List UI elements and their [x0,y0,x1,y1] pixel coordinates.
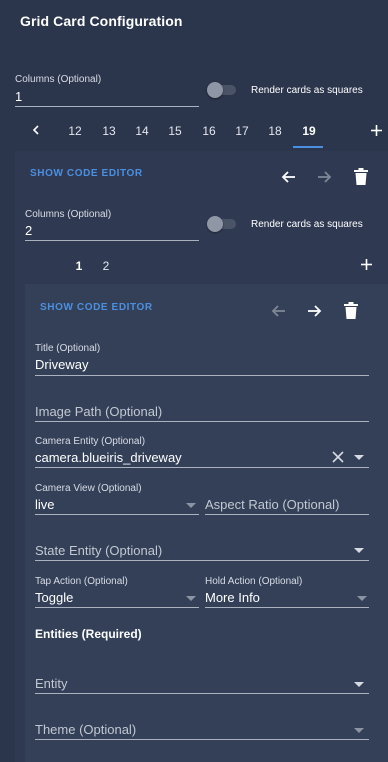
hold-action-select[interactable]: More Info [205,590,260,605]
inner-columns-underline [25,240,199,241]
chevron-down-icon[interactable] [186,596,196,601]
camera-view-select[interactable]: live [35,497,55,512]
tap-action-label: Tap Action (Optional) [35,576,128,587]
tab-19[interactable]: 19 [297,124,321,138]
title-underline [35,375,369,376]
theme-underline [35,739,369,740]
page-title: Grid Card Configuration [20,13,183,29]
inner-delete-icon[interactable] [344,302,358,319]
chevron-down-icon[interactable] [354,728,364,733]
chevron-down-icon[interactable] [354,455,364,460]
image-path-input[interactable]: Image Path (Optional) [35,404,162,419]
arrow-right-icon[interactable] [316,169,332,185]
inner-arrow-left-icon[interactable] [271,303,287,319]
entities-heading: Entities (Required) [35,627,142,641]
entity-input[interactable]: Entity [35,676,68,691]
inner-columns-input[interactable]: 2 [25,223,32,238]
state-entity-underline [35,560,369,561]
columns-label: Columns (Optional) [15,74,102,85]
columns-input[interactable]: 1 [15,89,22,104]
hold-action-underline [205,607,369,608]
inner-card-editor-panel [25,284,388,762]
entity-underline [35,693,369,694]
camera-entity-underline [35,467,369,468]
tab-18[interactable]: 18 [263,124,287,138]
tap-action-select[interactable]: Toggle [35,590,73,605]
tap-action-underline [35,607,199,608]
chevron-down-icon[interactable] [357,596,367,601]
title-label: Title (Optional) [35,343,101,354]
inner-square-toggle-label: Render cards as squares [251,219,363,230]
toggle-knob [207,216,223,232]
add-card-icon[interactable] [370,124,383,137]
chevron-down-icon[interactable] [354,682,364,687]
tab-14[interactable]: 14 [130,124,154,138]
columns-underline [15,106,199,107]
inner-show-code-editor-button[interactable]: SHOW CODE EDITOR [40,302,153,313]
arrow-left-icon[interactable] [281,169,297,185]
title-input[interactable]: Driveway [35,357,88,372]
tab-13[interactable]: 13 [97,124,121,138]
inner-square-toggle[interactable] [207,215,237,233]
active-tab-indicator [293,146,323,148]
inner-tab-2[interactable]: 2 [94,259,118,273]
chevron-down-icon[interactable] [186,503,196,508]
camera-entity-label: Camera Entity (Optional) [35,436,146,447]
state-entity-input[interactable]: State Entity (Optional) [35,543,162,558]
tab-15[interactable]: 15 [163,124,187,138]
image-path-underline [35,421,369,422]
show-code-editor-button[interactable]: SHOW CODE EDITOR [30,168,143,179]
add-inner-card-icon[interactable] [360,258,373,271]
clear-icon[interactable] [332,451,344,463]
inner-tab-1[interactable]: 1 [67,259,91,273]
aspect-ratio-input[interactable]: Aspect Ratio (Optional) [205,497,339,512]
camera-view-label: Camera View (Optional) [35,483,142,494]
tab-16[interactable]: 16 [197,124,221,138]
delete-icon[interactable] [354,168,368,185]
tab-17[interactable]: 17 [230,124,254,138]
square-toggle-label: Render cards as squares [251,85,363,96]
chevron-down-icon[interactable] [354,548,364,553]
aspect-ratio-underline [205,514,369,515]
theme-select[interactable]: Theme (Optional) [35,722,136,737]
toggle-knob [207,82,223,98]
camera-entity-input[interactable]: camera.blueiris_driveway [35,450,182,465]
chevron-left-icon[interactable] [30,124,42,136]
hold-action-label: Hold Action (Optional) [205,576,303,587]
camera-view-underline [35,514,199,515]
inner-columns-label: Columns (Optional) [25,209,112,220]
square-toggle[interactable] [207,81,237,99]
inner-arrow-right-icon[interactable] [306,303,322,319]
tab-12[interactable]: 12 [63,124,87,138]
